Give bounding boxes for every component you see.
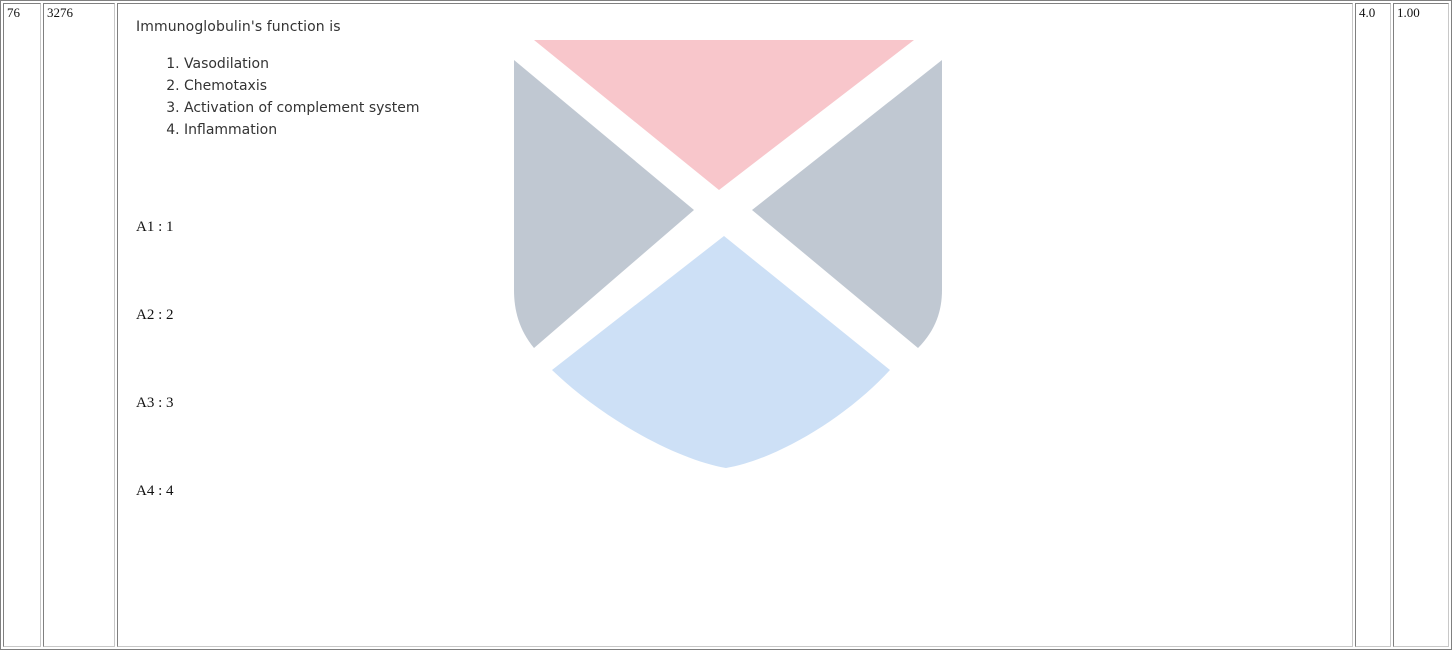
question-cell: Immunoglobulin's function is Vasodilatio… bbox=[117, 3, 1353, 647]
list-item: Chemotaxis bbox=[184, 75, 1349, 97]
table-row: 76 3276 Immunoglobulin's function is Vas… bbox=[3, 3, 1449, 647]
answer-option-1: A1 : 1 bbox=[136, 219, 174, 235]
answer-list: A1 : 1 A2 : 2 A3 : 3 A4 : 4 bbox=[136, 219, 1349, 571]
list-item: Activation of complement system bbox=[184, 97, 1349, 119]
question-number: 76 bbox=[3, 3, 41, 647]
answer-option-2: A2 : 2 bbox=[136, 307, 174, 323]
question-content: Immunoglobulin's function is Vasodilatio… bbox=[136, 19, 1349, 571]
question-table: 76 3276 Immunoglobulin's function is Vas… bbox=[0, 0, 1452, 650]
list-item: Inflammation bbox=[184, 119, 1349, 141]
marks-cell: 4.0 bbox=[1355, 3, 1391, 647]
list-item: Vasodilation bbox=[184, 53, 1349, 75]
question-id: 3276 bbox=[43, 3, 115, 647]
answer-option-3: A3 : 3 bbox=[136, 395, 174, 411]
answer-option-4: A4 : 4 bbox=[136, 483, 174, 499]
negative-marks-cell: 1.00 bbox=[1393, 3, 1449, 647]
question-options: Vasodilation Chemotaxis Activation of co… bbox=[136, 53, 1349, 141]
question-text: Immunoglobulin's function is bbox=[136, 19, 341, 35]
